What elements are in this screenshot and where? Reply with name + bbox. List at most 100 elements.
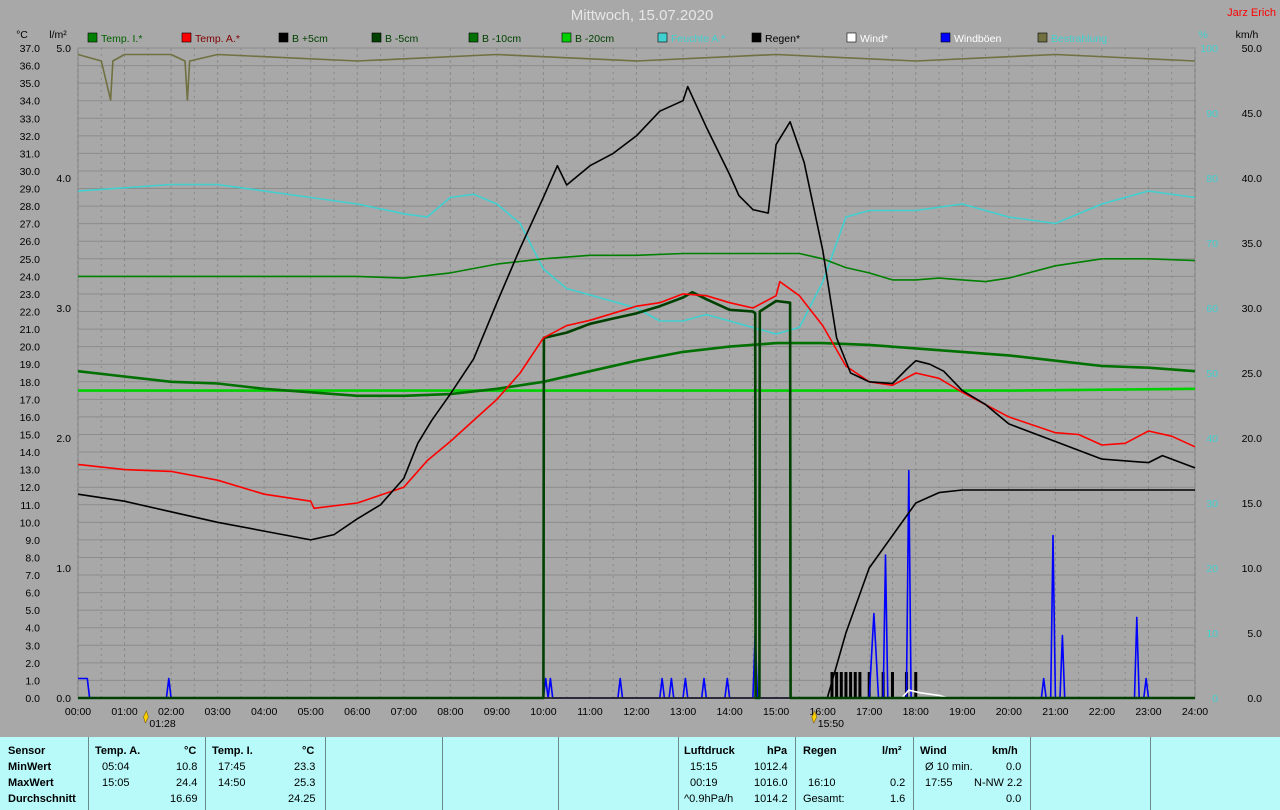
humidity-tick-label: 10 [1206, 628, 1218, 640]
stats-pressure-r2-val: 1016.0 [754, 777, 788, 789]
temp-tick-label: 3.0 [25, 640, 40, 652]
sun-marker-label: 01:28 [149, 718, 175, 730]
legend-swatch [87, 32, 98, 43]
stats-wind-r2-time: 17:55 [925, 777, 953, 789]
temp-tick-label: 8.0 [25, 552, 40, 564]
stats-max-label: MaxWert [8, 777, 54, 789]
stats-tempi-max-val: 25.3 [294, 777, 316, 789]
stats-panel: Sensor MinWert MaxWert Durchschnitt Temp… [0, 737, 1280, 810]
stats-wind-r1-val: 0.0 [1006, 761, 1022, 773]
legend-swatch [468, 32, 479, 43]
stats-rain-total-val: 1.6 [890, 793, 906, 805]
temp-tick-label: 33.0 [20, 113, 41, 125]
wind-tick-label: 15.0 [1242, 498, 1263, 510]
rain-tick-label: 1.0 [56, 563, 71, 575]
wind-tick-label: 30.0 [1242, 303, 1263, 315]
legend-label: Temp. A.* [195, 33, 240, 45]
temp-tick-label: 0.0 [25, 693, 40, 705]
temp-tick-label: 13.0 [20, 465, 41, 477]
wind-tick-label: 40.0 [1242, 173, 1263, 185]
station-name: Jarz Erich [1227, 7, 1276, 19]
x-tick-label: 22:00 [1089, 706, 1115, 718]
sun-marker-label: 15:50 [818, 718, 844, 730]
x-tick-label: 00:00 [65, 706, 91, 718]
legend-swatch [1037, 32, 1048, 43]
stats-avg-label: Durchschnitt [8, 793, 76, 805]
legend-swatch [657, 32, 668, 43]
stats-min-label: MinWert [8, 761, 52, 773]
stats-pressure-r1-time: 15:15 [690, 761, 718, 773]
legend-label: Wind* [860, 33, 888, 45]
temp-tick-label: 18.0 [20, 377, 41, 389]
legend-item: Wind* [846, 32, 888, 45]
stats-tempa-max-time: 15:05 [102, 777, 130, 789]
axes: 0.0 1.0 2.0 3.0 4.0 5.0 6.0 7.0 8.0 9.0 10.0 11.0 12… [20, 43, 1263, 730]
rain-tick-label: 3.0 [56, 303, 71, 315]
x-tick-label: 13:00 [670, 706, 696, 718]
x-tick-label: 12:00 [623, 706, 649, 718]
humidity-tick-label: 50 [1206, 368, 1218, 380]
legend-item: Feuchte A.* [657, 32, 725, 45]
temp-tick-label: 2.0 [25, 658, 40, 670]
wind-tick-label: 5.0 [1247, 628, 1262, 640]
temp-unit: °C [16, 29, 28, 41]
stats-tempa-max-val: 24.4 [176, 777, 198, 789]
stats-pressure-r1-val: 1012.4 [754, 761, 788, 773]
stats-wind-unit: km/h [992, 745, 1018, 757]
stats-rain-r2-time: 16:10 [808, 777, 836, 789]
humidity-tick-label: 20 [1206, 563, 1218, 575]
temp-tick-label: 10.0 [20, 517, 41, 529]
humidity-tick-label: 80 [1206, 173, 1218, 185]
stats-wind-r3-val: 0.0 [1006, 793, 1022, 805]
wind-tick-label: 0.0 [1247, 693, 1262, 705]
temp-tick-label: 35.0 [20, 78, 41, 90]
temp-tick-label: 12.0 [20, 482, 41, 494]
legend-item: Bestrahlung [1037, 32, 1107, 45]
temp-tick-label: 5.0 [25, 605, 40, 617]
wind-tick-label: 20.0 [1242, 433, 1263, 445]
legend-label: Temp. I.* [101, 33, 142, 45]
legend: Temp. I.* Temp. A.* B +5cm B -5cm B -10cm B -… [87, 32, 1107, 45]
legend-label: B -5cm [385, 33, 419, 45]
x-tick-label: 09:00 [484, 706, 510, 718]
x-tick-label: 18:00 [903, 706, 929, 718]
stats-pressure-r3-val: 1014.2 [754, 793, 788, 805]
temp-tick-label: 26.0 [20, 236, 41, 248]
stats-rain-header: Regen [803, 745, 837, 757]
x-tick-label: 02:00 [158, 706, 184, 718]
stats-wind-r2-val: N-NW 2.2 [974, 777, 1023, 789]
temp-tick-label: 31.0 [20, 148, 41, 160]
stats-pressure-r2-time: 00:19 [690, 777, 718, 789]
humidity-tick-label: 0 [1212, 693, 1218, 705]
x-tick-label: 10:00 [530, 706, 556, 718]
legend-label: B -10cm [482, 33, 521, 45]
legend-label: Feuchte A.* [671, 33, 725, 45]
humidity-tick-label: 90 [1206, 108, 1218, 120]
humidity-tick-label: 100 [1200, 43, 1218, 55]
legend-item: Temp. I.* [87, 32, 142, 45]
legend-item: B -5cm [371, 32, 419, 45]
wind-tick-label: 45.0 [1242, 108, 1263, 120]
rain-tick-label: 0.0 [56, 693, 71, 705]
x-tick-label: 01:00 [111, 706, 137, 718]
legend-label: B -20cm [575, 33, 614, 45]
temp-tick-label: 32.0 [20, 131, 41, 143]
temp-tick-label: 36.0 [20, 61, 41, 73]
legend-item: Windböen [940, 32, 1001, 45]
stats-tempa-min-val: 10.8 [176, 761, 198, 773]
temp-tick-label: 7.0 [25, 570, 40, 582]
series-line-bestrahlung [77, 53, 1196, 101]
humidity-tick-label: 60 [1206, 303, 1218, 315]
humidity-tick-label: 40 [1206, 433, 1218, 445]
wind-tick-label: 35.0 [1242, 238, 1263, 250]
x-tick-label: 15:00 [763, 706, 789, 718]
wind-tick-label: 25.0 [1242, 368, 1263, 380]
temp-tick-label: 4.0 [25, 623, 40, 635]
grid [77, 47, 1196, 699]
x-tick-label: 06:00 [344, 706, 370, 718]
temp-tick-label: 17.0 [20, 394, 41, 406]
humidity-tick-label: 70 [1206, 238, 1218, 250]
temp-tick-label: 11.0 [20, 500, 40, 512]
stats-rain-total-label: Gesamt: [803, 793, 845, 805]
temp-tick-label: 34.0 [20, 96, 41, 108]
